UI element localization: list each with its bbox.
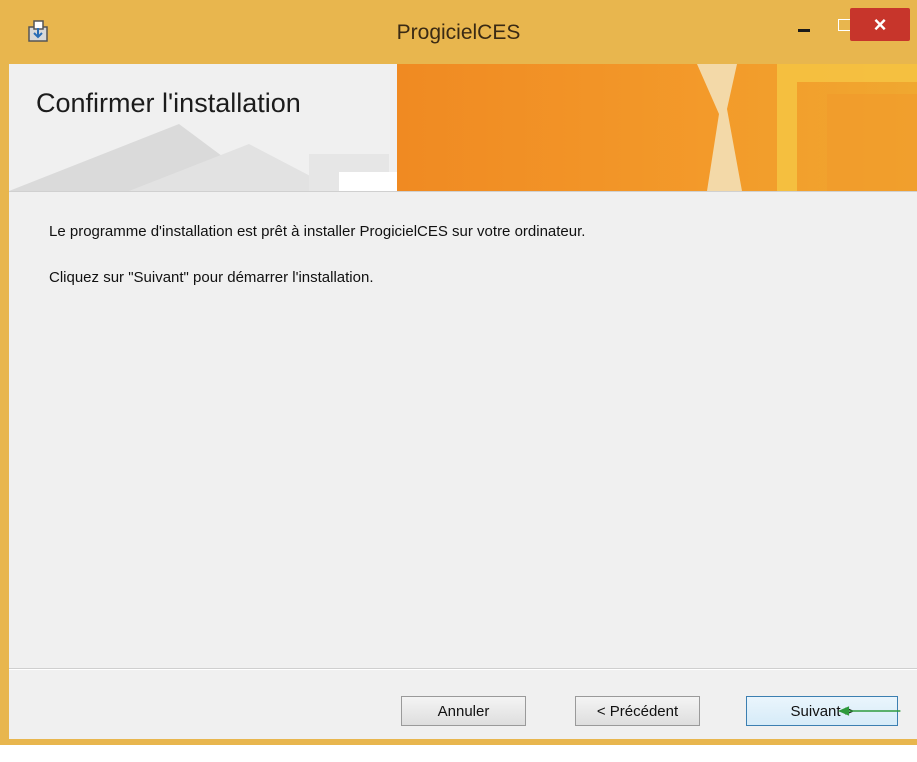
footer-divider-highlight — [9, 669, 917, 670]
window-title: ProgicielCES — [0, 21, 917, 45]
cancel-button[interactable]: Annuler — [401, 696, 526, 726]
instruction-message: Cliquez sur "Suivant" pour démarrer l'in… — [49, 269, 374, 286]
page-title: Confirmer l'installation — [36, 88, 301, 118]
banner-graphic — [397, 64, 917, 191]
installer-window: ProgicielCES × Confirmer l'installation … — [0, 0, 917, 745]
close-button[interactable]: × — [850, 8, 910, 41]
previous-button[interactable]: < Précédent — [575, 696, 700, 726]
title-bar[interactable]: ProgicielCES × — [0, 0, 917, 64]
annotation-arrow-icon — [838, 706, 901, 716]
installer-content: Confirmer l'installation Le programme d'… — [9, 64, 917, 739]
minimize-icon — [798, 29, 810, 32]
close-icon: × — [873, 12, 887, 37]
ready-message: Le programme d'installation est prêt à i… — [49, 223, 586, 240]
window-title-text: ProgicielCES — [396, 21, 521, 44]
banner-pattern — [9, 124, 409, 191]
header-banner: Confirmer l'installation — [9, 64, 917, 192]
banner-figure — [697, 64, 917, 191]
minimize-button[interactable] — [787, 8, 821, 41]
